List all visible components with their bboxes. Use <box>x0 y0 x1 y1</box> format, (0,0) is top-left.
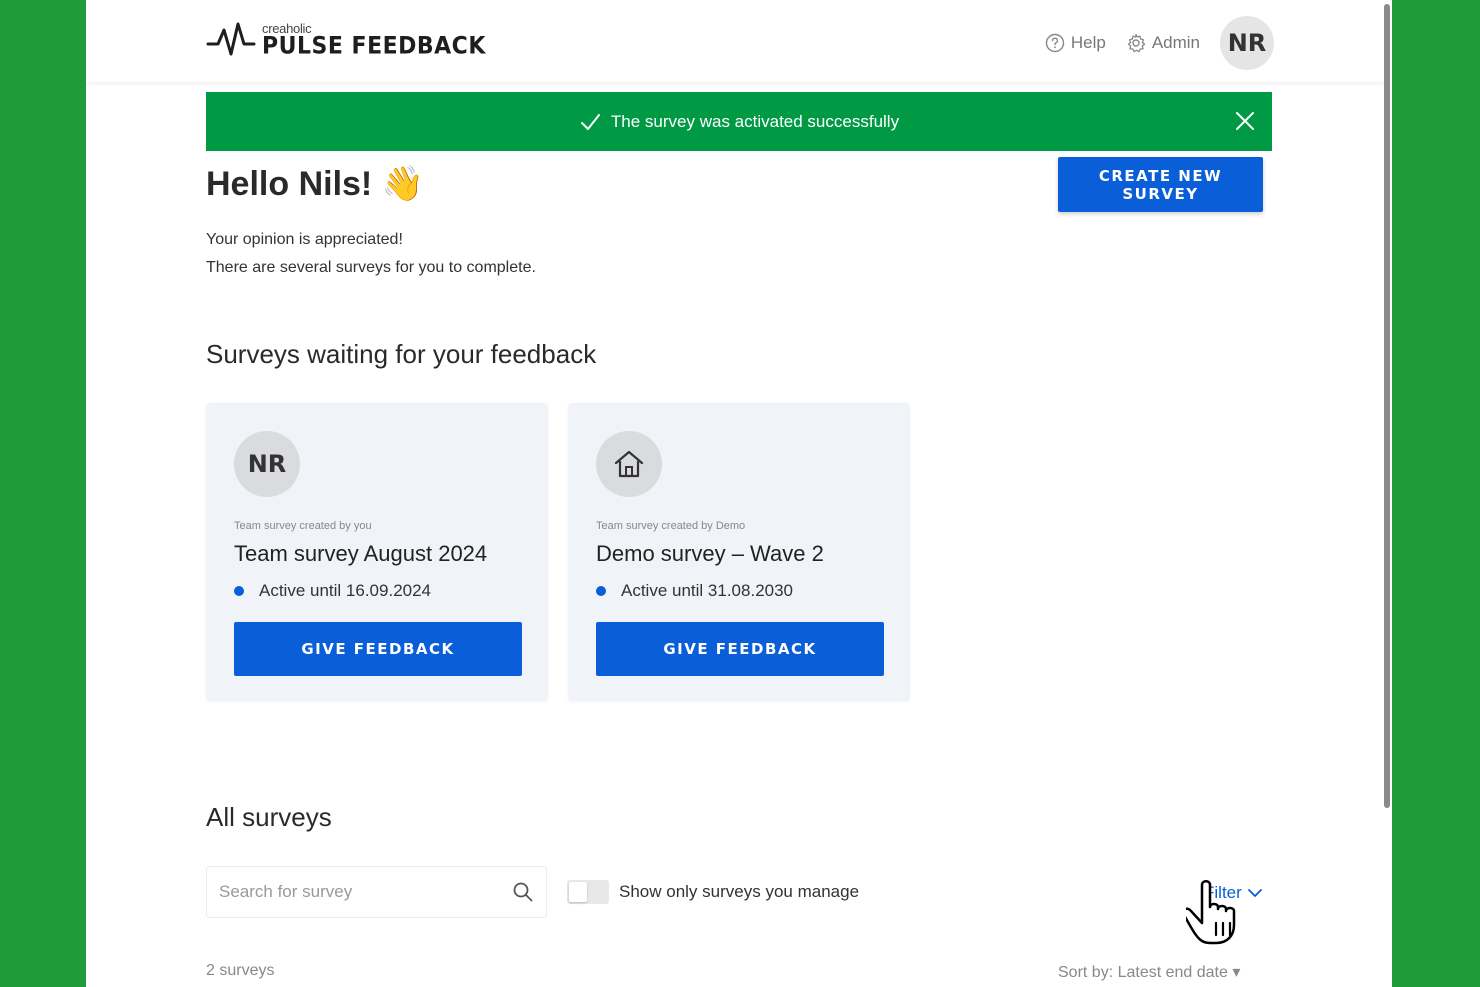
sort-dropdown[interactable]: Sort by: Latest end date ▾ <box>1058 962 1240 982</box>
admin-label: Admin <box>1151 33 1200 52</box>
waiting-survey-cards: NR Team survey created by you Team surve… <box>206 403 930 701</box>
toggle-label: Show only surveys you manage <box>619 882 860 901</box>
survey-card: Team survey created by Demo Demo survey … <box>568 403 910 701</box>
creator-avatar: NR <box>234 431 300 497</box>
pulse-logo-icon <box>206 22 256 56</box>
create-new-survey-button[interactable]: CREATE NEW SURVEY <box>1058 157 1263 212</box>
checkmark-icon <box>580 113 600 130</box>
question-circle-icon <box>1045 33 1065 53</box>
give-feedback-button[interactable]: GIVE FEEDBACK <box>596 622 884 676</box>
waiting-surveys-heading: Surveys waiting for your feedback <box>206 339 597 369</box>
greeting-line-2: There are several surveys for you to com… <box>206 259 536 276</box>
home-icon <box>614 450 644 478</box>
search-icon[interactable] <box>512 881 534 903</box>
hand-pointer-cursor-icon <box>1186 880 1236 945</box>
gear-icon <box>1127 33 1145 53</box>
success-message: The survey was activated successfully <box>610 111 900 131</box>
help-link[interactable]: Help <box>1045 33 1106 53</box>
survey-count: 2 surveys <box>206 962 275 979</box>
help-label: Help <box>1070 33 1106 52</box>
admin-link[interactable]: Admin <box>1126 33 1200 53</box>
status-dot-icon <box>596 586 606 596</box>
greeting-text: Your opinion is appreciated! There are s… <box>206 226 536 282</box>
survey-status-text: Active until 31.08.2030 <box>621 581 794 600</box>
survey-meta: Team survey created by you <box>234 520 372 532</box>
vertical-scrollbar[interactable] <box>1384 4 1390 808</box>
survey-meta: Team survey created by Demo <box>596 520 746 532</box>
close-icon[interactable] <box>1234 110 1256 132</box>
status-dot-icon <box>234 586 244 596</box>
search-field[interactable] <box>206 866 547 918</box>
greeting-line-1: Your opinion is appreciated! <box>206 231 403 248</box>
survey-card: NR Team survey created by you Team surve… <box>206 403 548 701</box>
success-banner: The survey was activated successfully <box>206 92 1272 151</box>
search-input[interactable] <box>219 882 512 902</box>
top-navigation-bar: creaholic PULSE FEEDBACK Help Admin NR <box>86 0 1384 82</box>
toggle-knob <box>569 882 587 902</box>
survey-status-text: Active until 16.09.2024 <box>259 581 432 600</box>
creator-avatar <box>596 431 662 497</box>
all-surveys-heading: All surveys <box>206 802 332 832</box>
give-feedback-button[interactable]: GIVE FEEDBACK <box>234 622 522 676</box>
survey-title: Demo survey – Wave 2 <box>596 541 824 566</box>
app-logo[interactable]: creaholic PULSE FEEDBACK <box>206 18 486 60</box>
user-avatar[interactable]: NR <box>1220 16 1274 70</box>
survey-title: Team survey August 2024 <box>234 541 488 566</box>
manage-filter-toggle[interactable]: Show only surveys you manage <box>567 880 859 904</box>
survey-status: Active until 16.09.2024 <box>234 581 431 601</box>
logo-title: PULSE FEEDBACK <box>262 32 486 60</box>
toggle-switch[interactable] <box>567 880 609 904</box>
page: creaholic PULSE FEEDBACK Help Admin NR T… <box>86 0 1392 987</box>
greeting-title: Hello Nils! 👋 <box>206 165 425 203</box>
survey-status: Active until 31.08.2030 <box>596 581 793 601</box>
